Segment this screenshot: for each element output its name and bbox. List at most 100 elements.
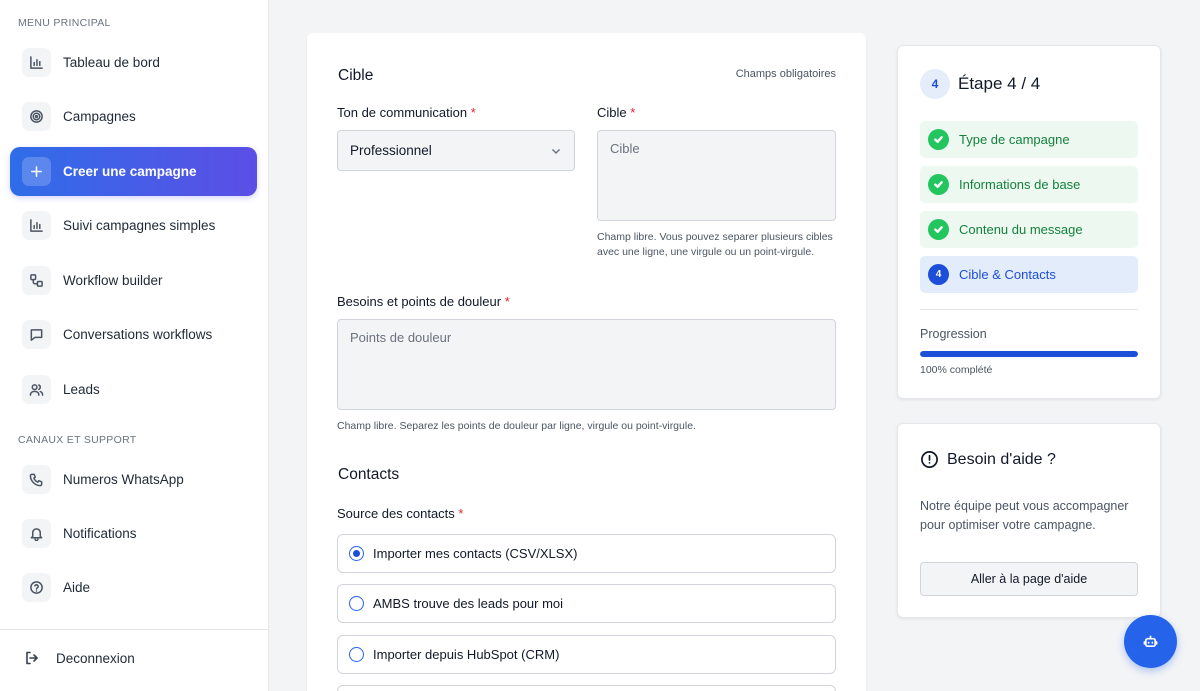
sidebar-item-label: Tableau de bord: [63, 55, 160, 70]
sidebar-divider: [0, 629, 268, 630]
contact-source-label: Source des contacts *: [337, 506, 463, 521]
radio-option-hubspot[interactable]: Importer depuis HubSpot (CRM): [337, 635, 836, 674]
sidebar-item-label: Campagnes: [63, 109, 136, 124]
radio-option-partial[interactable]: [337, 685, 836, 691]
sidebar-item-label: Numeros WhatsApp: [63, 472, 184, 487]
help-card: Besoin d'aide ? Notre équipe peut vous a…: [897, 423, 1161, 618]
sidebar-item-label: Notifications: [63, 526, 137, 541]
sidebar-item-workflow-builder[interactable]: Workflow builder: [10, 256, 257, 305]
contact-source-label-text: Source des contacts: [337, 506, 455, 521]
message-icon: [22, 320, 51, 349]
campaign-form-card: Cible Champs obligatoires Ton de communi…: [307, 33, 866, 691]
workflow-icon: [22, 266, 51, 295]
go-to-help-page-button[interactable]: Aller à la page d'aide: [920, 562, 1138, 596]
pain-points-help-text: Champ libre. Separez les points de doule…: [337, 420, 696, 432]
chevron-down-icon: [551, 148, 561, 154]
radio-option-label: Importer depuis HubSpot (CRM): [373, 647, 560, 662]
step-number: 4: [928, 264, 949, 285]
logout-button[interactable]: Deconnexion: [24, 650, 135, 666]
pain-points-label: Besoins et points de douleur *: [337, 294, 510, 309]
radio-button[interactable]: [349, 596, 364, 611]
progress-bar: [920, 351, 1138, 357]
sidebar-item-label: Suivi campagnes simples: [63, 218, 216, 233]
step-item-label: Type de campagne: [959, 132, 1070, 147]
radio-option-import-csv[interactable]: Importer mes contacts (CSV/XLSX): [337, 534, 836, 573]
sidebar-item-whatsapp-numbers[interactable]: Numeros WhatsApp: [10, 455, 257, 504]
progress-bar-fill: [920, 351, 1138, 357]
sidebar-item-conversations[interactable]: Conversations workflows: [10, 310, 257, 359]
section-title-main: MENU PRINCIPAL: [18, 17, 111, 29]
plus-icon: [22, 157, 51, 186]
help-description: Notre équipe peut vous accompagner pour …: [920, 499, 1129, 532]
sidebar-item-leads[interactable]: Leads: [10, 365, 257, 414]
radio-button[interactable]: [349, 647, 364, 662]
target-textarea[interactable]: Cible: [597, 130, 836, 221]
check-icon: [928, 219, 949, 240]
required-star: *: [504, 294, 510, 309]
step-item-message-content[interactable]: Contenu du message: [920, 211, 1138, 248]
divider: [920, 309, 1138, 310]
sidebar-item-simple-campaigns[interactable]: Suivi campagnes simples: [10, 201, 257, 250]
step-item-campaign-type[interactable]: Type de campagne: [920, 121, 1138, 158]
check-icon: [928, 129, 949, 150]
chatbot-button[interactable]: [1124, 615, 1177, 668]
help-title: Besoin d'aide ?: [920, 450, 1056, 469]
radio-option-ambs-leads[interactable]: AMBS trouve des leads pour moi: [337, 584, 836, 623]
step-item-label: Cible & Contacts: [959, 267, 1056, 282]
progress-label: Progression: [920, 327, 987, 341]
pain-points-textarea[interactable]: Points de douleur: [337, 319, 836, 410]
required-fields-note: Champs obligatoires: [735, 68, 836, 80]
sidebar: MENU PRINCIPAL Tableau de bord Campagnes…: [0, 0, 269, 691]
tone-select[interactable]: Professionnel: [337, 130, 575, 171]
radio-option-label: Importer mes contacts (CSV/XLSX): [373, 546, 578, 561]
step-item-label: Contenu du message: [959, 222, 1083, 237]
bar-chart-icon: [22, 211, 51, 240]
target-help-text: Champ libre. Vous pouvez separer plusieu…: [597, 231, 833, 258]
section-title-support: CANAUX ET SUPPORT: [18, 434, 137, 446]
sidebar-item-label: Aide: [63, 580, 91, 595]
sidebar-item-campaigns[interactable]: Campagnes: [10, 92, 257, 141]
target-label-text: Cible: [597, 105, 627, 120]
step-item-basic-info[interactable]: Informations de base: [920, 166, 1138, 203]
target-label: Cible *: [597, 105, 635, 120]
sidebar-item-dashboard[interactable]: Tableau de bord: [10, 38, 257, 87]
sidebar-item-label: Leads: [63, 382, 100, 397]
bar-chart-icon: [22, 48, 51, 77]
sidebar-item-label: Workflow builder: [63, 273, 163, 288]
step-item-label: Informations de base: [959, 177, 1081, 192]
sidebar-item-create-campaign[interactable]: Creer une campagne: [10, 147, 257, 196]
pain-points-placeholder: Points de douleur: [350, 330, 452, 345]
bell-icon: [22, 519, 51, 548]
section-title-contacts: Contacts: [338, 466, 400, 483]
section-title-target: Cible: [338, 67, 374, 84]
step-item-target-contacts[interactable]: 4 Cible & Contacts: [920, 256, 1138, 293]
logout-label: Deconnexion: [56, 650, 135, 666]
step-number-badge: 4: [920, 69, 950, 99]
target-placeholder: Cible: [610, 141, 640, 156]
bot-icon: [1143, 635, 1158, 648]
radio-option-label: AMBS trouve des leads pour moi: [373, 596, 564, 611]
required-star: *: [458, 506, 464, 521]
sidebar-item-help[interactable]: Aide: [10, 563, 257, 612]
required-star: *: [630, 105, 636, 120]
phone-icon: [22, 465, 51, 494]
help-circle-icon: [22, 573, 51, 602]
tone-label-text: Ton de communication: [337, 105, 468, 120]
sidebar-item-label: Conversations workflows: [63, 327, 213, 342]
logout-icon: [26, 651, 38, 665]
sidebar-item-notifications[interactable]: Notifications: [10, 509, 257, 558]
radio-button-checked[interactable]: [349, 546, 364, 561]
check-icon: [928, 174, 949, 195]
tone-label: Ton de communication *: [337, 105, 476, 120]
step-title: Étape 4 / 4: [958, 74, 1041, 93]
steps-card: 4 Étape 4 / 4 Type de campagne Informati…: [897, 45, 1161, 399]
pain-points-label-text: Besoins et points de douleur: [337, 294, 502, 309]
target-icon: [22, 102, 51, 131]
sidebar-item-label: Creer une campagne: [63, 164, 197, 179]
help-title-text: Besoin d'aide ?: [947, 450, 1056, 468]
required-star: *: [470, 105, 476, 120]
users-icon: [22, 375, 51, 404]
progress-text: 100% complété: [920, 364, 993, 376]
alert-circle-icon: [921, 451, 938, 468]
tone-select-value: Professionnel: [350, 143, 432, 158]
